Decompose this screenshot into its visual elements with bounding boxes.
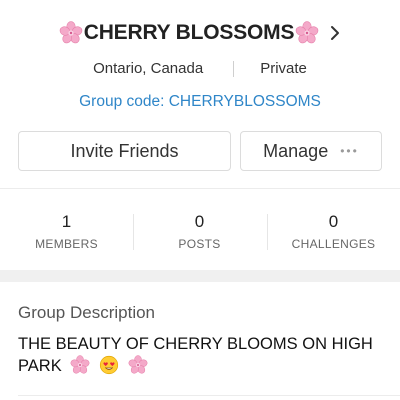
stat-posts[interactable]: 0 POSTS (133, 212, 266, 251)
divider (0, 188, 400, 189)
group-location: Ontario, Canada (93, 60, 204, 77)
invite-friends-label: Invite Friends (70, 140, 179, 161)
cherry-blossom-icon (58, 20, 84, 46)
stat-members-label: MEMBERS (35, 237, 98, 251)
divider (18, 395, 400, 396)
stat-challenges-count: 0 (328, 212, 339, 231)
stat-members-count: 1 (61, 212, 72, 231)
group-meta: Ontario, Canada Private (0, 60, 400, 77)
group-code-link[interactable]: Group code: CHERRYBLOSSOMS (0, 93, 400, 111)
stat-challenges-label: CHALLENGES (291, 237, 376, 251)
more-dots-icon: ••• (340, 144, 359, 158)
cherry-blossom-icon (70, 355, 90, 375)
description-text: THE BEAUTY OF CHERRY BLOOMS ON HIGH PARK (18, 333, 388, 377)
stat-members[interactable]: 1 MEMBERS (0, 212, 133, 251)
stat-posts-count: 0 (194, 212, 205, 231)
invite-friends-button[interactable]: Invite Friends (18, 131, 231, 171)
group-profile-page: CHERRY BLOSSOMS Ontario, Canada Private … (0, 0, 400, 400)
manage-label: Manage (263, 140, 329, 161)
stat-challenges[interactable]: 0 CHALLENGES (267, 212, 400, 251)
description-heading: Group Description (18, 303, 156, 322)
meta-divider (233, 60, 235, 77)
cherry-blossom-icon (294, 20, 320, 46)
heart-eyes-emoji-icon (99, 355, 118, 375)
group-title-text: CHERRY BLOSSOMS (83, 21, 295, 44)
group-privacy: Private (260, 60, 307, 77)
stat-posts-label: POSTS (178, 237, 221, 251)
group-title[interactable]: CHERRY BLOSSOMS (58, 20, 343, 46)
chevron-right-icon[interactable] (328, 24, 342, 42)
cherry-blossom-icon (128, 355, 148, 375)
group-title-row[interactable]: CHERRY BLOSSOMS (0, 20, 400, 46)
manage-button[interactable]: Manage ••• (240, 131, 382, 171)
section-separator (0, 270, 400, 282)
